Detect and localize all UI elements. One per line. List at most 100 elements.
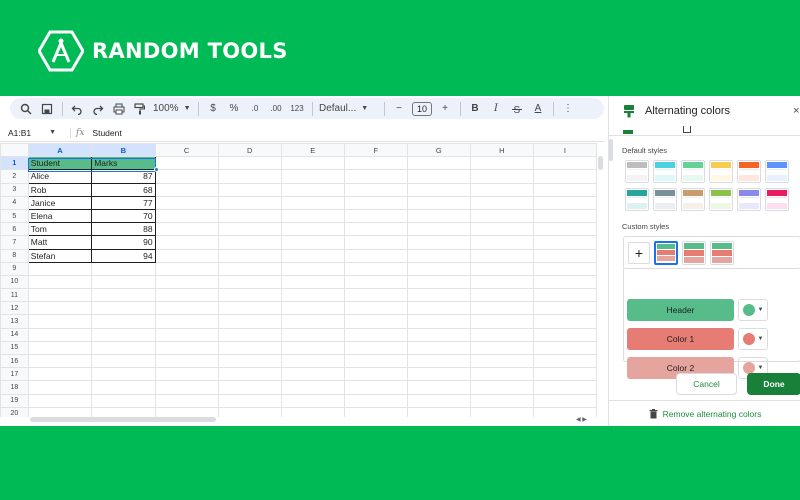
cell-b[interactable]: Marks bbox=[91, 156, 156, 171]
column-header-c[interactable]: C bbox=[154, 143, 219, 158]
empty-cell[interactable] bbox=[280, 156, 345, 171]
text-color-button[interactable]: A bbox=[530, 101, 546, 117]
row-header[interactable]: 15 bbox=[0, 340, 29, 356]
row-header[interactable]: 19 bbox=[0, 393, 29, 408]
print-button[interactable] bbox=[111, 101, 127, 117]
row-header[interactable]: 20 bbox=[0, 406, 29, 417]
empty-cell[interactable] bbox=[406, 208, 471, 224]
empty-cell[interactable] bbox=[280, 208, 345, 224]
select-all-corner[interactable] bbox=[0, 143, 29, 158]
empty-cell[interactable] bbox=[343, 156, 408, 171]
decrease-decimal-button[interactable]: .0 bbox=[247, 101, 263, 117]
empty-cell[interactable] bbox=[532, 393, 597, 408]
empty-cell[interactable] bbox=[154, 261, 219, 276]
italic-button[interactable]: I bbox=[488, 101, 504, 117]
empty-cell[interactable] bbox=[343, 208, 408, 224]
cell-b[interactable]: 70 bbox=[91, 208, 156, 224]
font-size-decrease-button[interactable]: − bbox=[391, 101, 407, 117]
empty-cell[interactable] bbox=[406, 406, 471, 417]
empty-cell[interactable] bbox=[343, 393, 408, 408]
empty-cell[interactable] bbox=[469, 314, 534, 329]
empty-cell[interactable] bbox=[532, 169, 597, 184]
horizontal-scrollbar[interactable] bbox=[30, 417, 216, 422]
format-percent-button[interactable]: % bbox=[226, 101, 242, 117]
cell-a[interactable] bbox=[27, 393, 93, 408]
empty-cell[interactable] bbox=[469, 195, 534, 210]
empty-cell[interactable] bbox=[154, 288, 219, 303]
done-button[interactable]: Done bbox=[747, 373, 800, 395]
row-header[interactable]: 1 bbox=[0, 156, 29, 171]
empty-cell[interactable] bbox=[280, 248, 345, 263]
empty-cell[interactable] bbox=[280, 340, 345, 356]
empty-cell[interactable] bbox=[469, 248, 534, 263]
more-options-button[interactable]: ⋮ bbox=[560, 101, 576, 117]
default-style-swatch[interactable] bbox=[765, 188, 789, 211]
empty-cell[interactable] bbox=[280, 367, 345, 382]
default-style-swatch[interactable] bbox=[709, 160, 733, 183]
add-custom-style-button[interactable]: + bbox=[628, 241, 650, 264]
empty-cell[interactable] bbox=[280, 235, 345, 250]
empty-cell[interactable] bbox=[154, 222, 219, 237]
panel-scrollbar[interactable] bbox=[609, 139, 613, 161]
cell-b[interactable]: 68 bbox=[91, 182, 156, 197]
cell-a[interactable] bbox=[27, 406, 93, 417]
custom-style-swatch[interactable] bbox=[710, 240, 734, 265]
column-header-i[interactable]: I bbox=[532, 143, 597, 158]
cell-b[interactable] bbox=[91, 353, 156, 369]
custom-style-swatch[interactable] bbox=[682, 240, 706, 265]
cell-b[interactable] bbox=[91, 261, 156, 276]
empty-cell[interactable] bbox=[469, 274, 534, 290]
empty-cell[interactable] bbox=[343, 367, 408, 382]
tab-alternate-icon[interactable] bbox=[683, 126, 691, 133]
font-select[interactable]: Defaul... ▼ bbox=[319, 101, 377, 117]
column-header-h[interactable]: H bbox=[469, 143, 534, 158]
empty-cell[interactable] bbox=[469, 380, 534, 395]
scroll-arrows[interactable]: ◀ ▶ bbox=[576, 416, 587, 423]
default-style-swatch[interactable] bbox=[681, 160, 705, 183]
row-header[interactable]: 16 bbox=[0, 353, 29, 369]
header-color-bar[interactable]: Header bbox=[627, 299, 734, 321]
empty-cell[interactable] bbox=[406, 261, 471, 276]
cell-a[interactable]: Alice bbox=[27, 169, 93, 184]
default-style-swatch[interactable] bbox=[709, 188, 733, 211]
empty-cell[interactable] bbox=[532, 235, 597, 250]
cell-a[interactable] bbox=[27, 288, 93, 303]
empty-cell[interactable] bbox=[532, 367, 597, 382]
empty-cell[interactable] bbox=[532, 261, 597, 276]
cell-a[interactable] bbox=[27, 367, 93, 382]
row-header[interactable]: 4 bbox=[0, 195, 29, 210]
empty-cell[interactable] bbox=[154, 380, 219, 395]
empty-cell[interactable] bbox=[532, 248, 597, 263]
font-size-increase-button[interactable]: + bbox=[437, 101, 453, 117]
empty-cell[interactable] bbox=[280, 169, 345, 184]
column-header-a[interactable]: A bbox=[27, 143, 93, 158]
empty-cell[interactable] bbox=[217, 353, 282, 369]
tab-color-active-indicator[interactable] bbox=[623, 130, 633, 134]
header-color-picker[interactable]: ▼ bbox=[738, 299, 768, 321]
cell-b[interactable] bbox=[91, 314, 156, 329]
cell-a[interactable] bbox=[27, 340, 93, 356]
empty-cell[interactable] bbox=[217, 248, 282, 263]
empty-cell[interactable] bbox=[154, 156, 219, 171]
empty-cell[interactable] bbox=[217, 222, 282, 237]
empty-cell[interactable] bbox=[280, 288, 345, 303]
empty-cell[interactable] bbox=[217, 156, 282, 171]
cell-a[interactable]: Student bbox=[27, 156, 93, 171]
empty-cell[interactable] bbox=[280, 406, 345, 417]
empty-cell[interactable] bbox=[343, 340, 408, 356]
empty-cell[interactable] bbox=[154, 182, 219, 197]
empty-cell[interactable] bbox=[469, 367, 534, 382]
cell-b[interactable] bbox=[91, 327, 156, 342]
empty-cell[interactable] bbox=[469, 406, 534, 417]
row-header[interactable]: 12 bbox=[0, 301, 29, 316]
empty-cell[interactable] bbox=[532, 327, 597, 342]
row-header[interactable]: 8 bbox=[0, 248, 29, 263]
cell-b[interactable]: 94 bbox=[91, 248, 156, 263]
cell-b[interactable] bbox=[91, 301, 156, 316]
cell-b[interactable] bbox=[91, 367, 156, 382]
empty-cell[interactable] bbox=[343, 261, 408, 276]
cell-b[interactable] bbox=[91, 393, 156, 408]
cell-b[interactable] bbox=[91, 380, 156, 395]
empty-cell[interactable] bbox=[406, 156, 471, 171]
empty-cell[interactable] bbox=[343, 248, 408, 263]
